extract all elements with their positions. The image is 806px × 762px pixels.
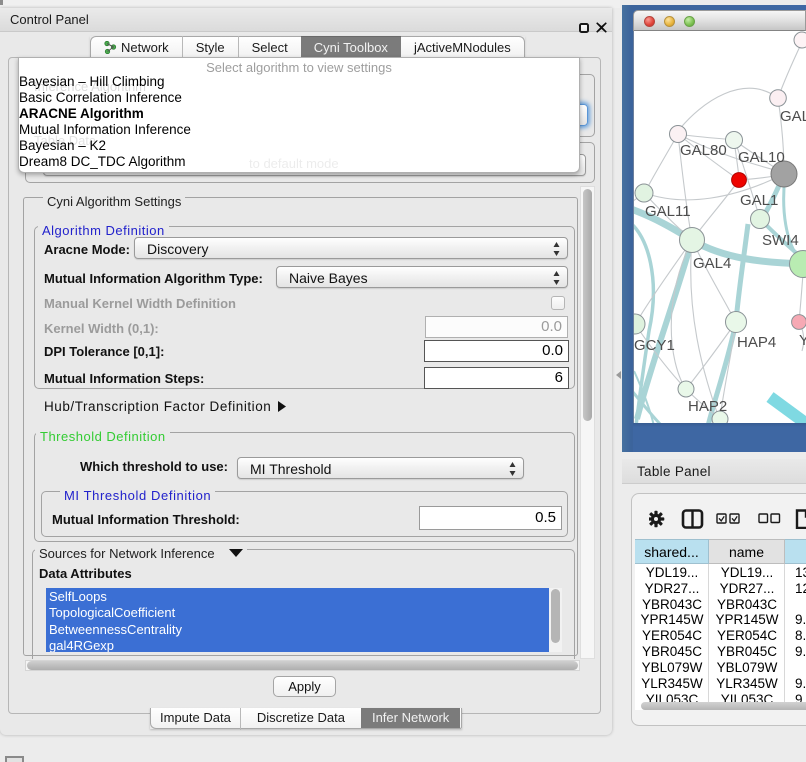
svg-text:GAL10: GAL10 [738,149,785,166]
svg-text:HAP4: HAP4 [737,334,776,351]
svg-text:GAL11: GAL11 [645,203,691,220]
svg-text:GCY1: GCY1 [634,337,675,354]
svg-text:Y: Y [799,332,806,349]
svg-text:GAL1: GAL1 [740,192,778,209]
svg-text:GAL80: GAL80 [680,142,727,159]
svg-text:GAL: GAL [780,108,806,125]
svg-text:HAP2: HAP2 [688,398,727,415]
svg-text:SWI4: SWI4 [762,232,799,249]
svg-text:GAL4: GAL4 [693,255,731,272]
